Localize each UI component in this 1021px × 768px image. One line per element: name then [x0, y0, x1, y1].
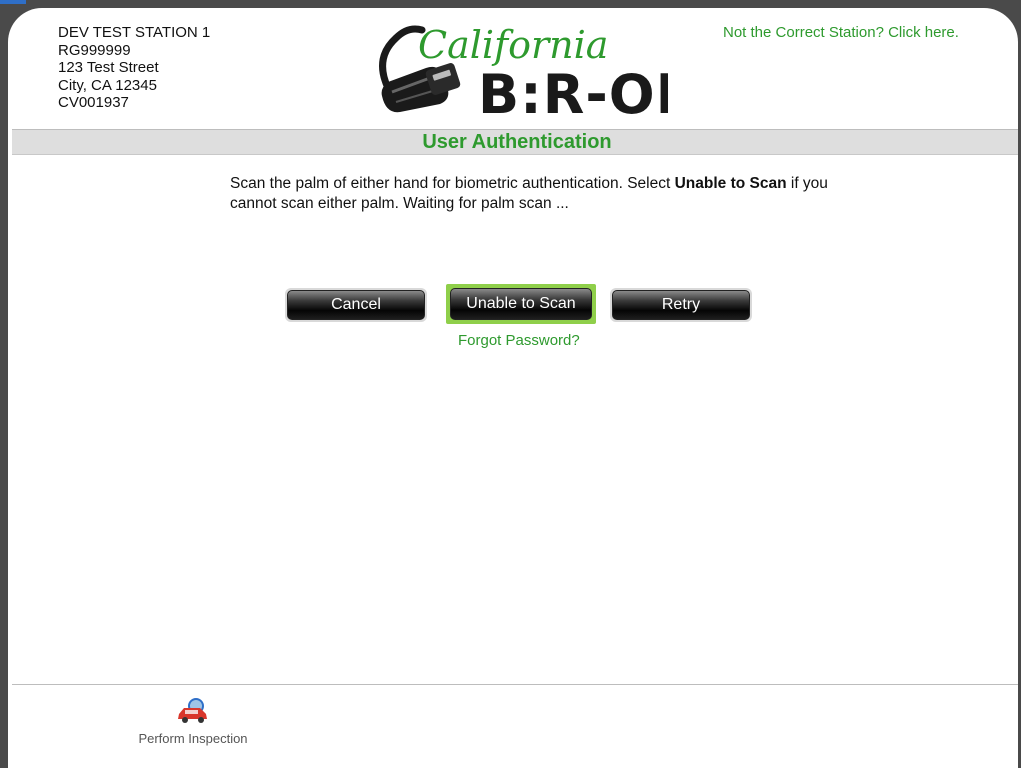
auth-instructions: Scan the palm of either hand for biometr…: [230, 174, 830, 214]
cancel-button[interactable]: Cancel: [287, 290, 425, 320]
car-inspection-icon: [178, 698, 207, 723]
unable-to-scan-button-wrap: Unable to Scan: [446, 284, 596, 324]
instructions-text-1: Scan the palm of either hand for biometr…: [230, 175, 675, 192]
wrong-station-link[interactable]: Not the Correct Station? Click here.: [723, 24, 959, 41]
perform-inspection-button[interactable]: Perform Inspection: [128, 698, 258, 746]
obd-connector-icon: California B:R-OIS: [379, 23, 716, 126]
retry-button[interactable]: Retry: [612, 290, 750, 320]
corner-tab: [0, 0, 26, 4]
station-id: RG999999: [58, 41, 131, 59]
perform-inspection-label: Perform Inspection: [138, 731, 248, 746]
station-code: CV001937: [58, 94, 129, 111]
instructions-bold-text: Unable to Scan: [674, 175, 787, 192]
california-bar-ois-logo: California B:R-OIS: [378, 18, 716, 126]
station-name: DEV TEST STATION 1: [58, 24, 211, 41]
svg-text:California: California: [418, 23, 608, 67]
svg-text:B:R-OIS: B:R-OIS: [478, 63, 668, 118]
station-street: 123 Test Street: [58, 59, 159, 76]
page-title: User Authentication: [422, 131, 612, 153]
station-info: DEV TEST STATION 1 RG999999 123 Test Str…: [58, 24, 210, 112]
app-window: DEV TEST STATION 1 RG999999 123 Test Str…: [8, 8, 1018, 768]
cancel-button-wrap: Cancel: [285, 288, 427, 322]
retry-button-wrap: Retry: [610, 288, 752, 322]
title-bar: User Authentication: [12, 129, 1018, 155]
footer-divider: [12, 684, 1018, 685]
station-city: City, CA 12345: [58, 76, 157, 94]
forgot-password-link[interactable]: Forgot Password?: [458, 332, 580, 349]
unable-to-scan-button[interactable]: Unable to Scan: [450, 288, 592, 320]
